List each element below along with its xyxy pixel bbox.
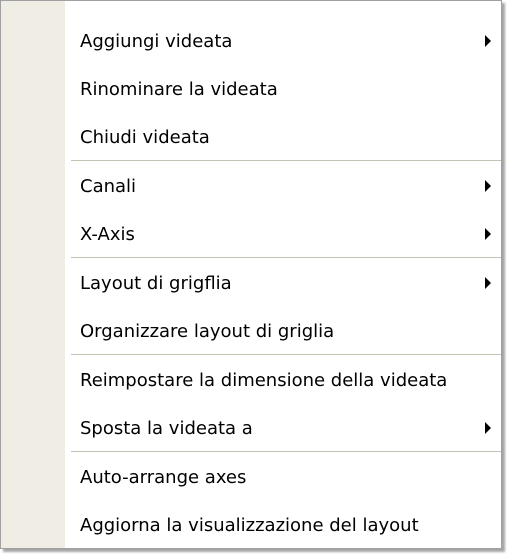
menu-item-rinominare-la-videata[interactable]: Rinominare la videata	[1, 65, 501, 113]
menu-item-label: Sposta la videata a	[80, 417, 253, 439]
menu-item-canali[interactable]: Canali	[1, 162, 501, 210]
menu-separator	[71, 257, 501, 258]
menu-separator	[71, 451, 501, 452]
menu-item-aggiorna-visualizzazione[interactable]: Aggiorna la visualizzazione del layout	[1, 501, 501, 549]
menu-items: Aggiungi videata Rinominare la videata C…	[1, 17, 501, 549]
menu-item-label: Reimpostare la dimensione della videata	[80, 369, 448, 391]
context-menu: Aggiungi videata Rinominare la videata C…	[0, 0, 502, 549]
menu-item-layout-di-griglia[interactable]: Layout di grigflia	[1, 259, 501, 307]
menu-item-label: Auto-arrange axes	[80, 466, 247, 488]
menu-item-label: X-Axis	[80, 223, 135, 245]
chevron-right-icon	[485, 180, 491, 192]
chevron-right-icon	[485, 277, 491, 289]
menu-item-sposta-videata[interactable]: Sposta la videata a	[1, 404, 501, 452]
menu-item-label: Organizzare layout di griglia	[80, 320, 335, 342]
menu-item-x-axis[interactable]: X-Axis	[1, 210, 501, 258]
menu-item-reimpostare-dimensione[interactable]: Reimpostare la dimensione della videata	[1, 356, 501, 404]
menu-item-organizzare-layout[interactable]: Organizzare layout di griglia	[1, 307, 501, 355]
menu-item-label: Chiudi videata	[80, 126, 210, 148]
menu-item-aggiungi-videata[interactable]: Aggiungi videata	[1, 17, 501, 65]
menu-item-label: Layout di grigflia	[80, 272, 232, 294]
menu-separator	[71, 354, 501, 355]
menu-item-label: Aggiungi videata	[80, 30, 233, 52]
menu-item-label: Rinominare la videata	[80, 78, 278, 100]
menu-separator	[71, 160, 501, 161]
menu-item-label: Canali	[80, 175, 137, 197]
menu-item-label: Aggiorna la visualizzazione del layout	[80, 514, 419, 536]
chevron-right-icon	[485, 35, 491, 47]
chevron-right-icon	[485, 228, 491, 240]
menu-item-auto-arrange-axes[interactable]: Auto-arrange axes	[1, 453, 501, 501]
chevron-right-icon	[485, 422, 491, 434]
menu-item-chiudi-videata[interactable]: Chiudi videata	[1, 113, 501, 161]
